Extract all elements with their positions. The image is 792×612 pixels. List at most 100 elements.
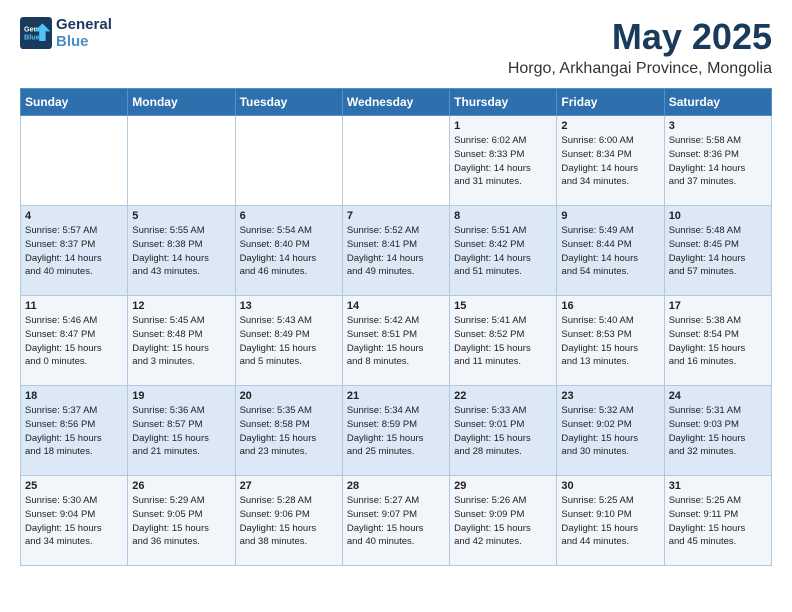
day-number: 18 — [25, 390, 123, 402]
calendar-cell: 3Sunrise: 5:58 AM Sunset: 8:36 PM Daylig… — [664, 116, 771, 206]
day-info: Sunrise: 5:36 AM Sunset: 8:57 PM Dayligh… — [132, 404, 230, 459]
day-number: 20 — [240, 390, 338, 402]
day-number: 12 — [132, 300, 230, 312]
header-saturday: Saturday — [664, 89, 771, 116]
day-info: Sunrise: 5:38 AM Sunset: 8:54 PM Dayligh… — [669, 314, 767, 369]
day-number: 17 — [669, 300, 767, 312]
calendar-cell: 4 Sunrise: 5:57 AM Sunset: 8:37 PM Daylig… — [21, 206, 128, 296]
calendar-cell: 12 Sunrise: 5:45 AM Sunset: 8:48 PM Dayli… — [128, 296, 235, 386]
day-number: 31 — [669, 480, 767, 492]
svg-text:Blue: Blue — [24, 32, 40, 41]
header-wednesday: Wednesday — [342, 89, 449, 116]
day-info: Sunrise: 6:00 AM Sunset: 8:34 PM Dayligh… — [561, 134, 659, 189]
calendar-cell: 19 Sunrise: 5:36 AM Sunset: 8:57 PM Dayli… — [128, 386, 235, 476]
calendar-table: SundayMondayTuesdayWednesdayThursdayFrid… — [20, 88, 772, 566]
day-info: Sunrise: 5:48 AM Sunset: 8:45 PM Dayligh… — [669, 224, 767, 279]
calendar-cell — [342, 116, 449, 206]
calendar-cell: 9 Sunrise: 5:49 AM Sunset: 8:44 PM Daylig… — [557, 206, 664, 296]
day-info: Sunrise: 5:33 AM Sunset: 9:01 PM Dayligh… — [454, 404, 552, 459]
calendar-cell: 21Sunrise: 5:34 AM Sunset: 8:59 PM Dayli… — [342, 386, 449, 476]
calendar-cell: 26Sunrise: 5:29 AM Sunset: 9:05 PM Dayli… — [128, 476, 235, 566]
day-number: 15 — [454, 300, 552, 312]
calendar-cell: 13 Sunrise: 5:43 AM Sunset: 8:49 PM Dayli… — [235, 296, 342, 386]
calendar-cell: 16 Sunrise: 5:40 AM Sunset: 8:53 PM Dayli… — [557, 296, 664, 386]
day-number: 19 — [132, 390, 230, 402]
day-number: 1 — [454, 120, 552, 132]
calendar-cell: 22 Sunrise: 5:33 AM Sunset: 9:01 PM Dayli… — [450, 386, 557, 476]
logo: Gen Blue General Blue — [20, 16, 112, 50]
day-number: 11 — [25, 300, 123, 312]
day-number: 6 — [240, 210, 338, 222]
day-info: Sunrise: 5:46 AM Sunset: 8:47 PM Dayligh… — [25, 314, 123, 369]
day-info: Sunrise: 5:27 AM Sunset: 9:07 PM Dayligh… — [347, 494, 445, 549]
calendar-week-4: 18 Sunrise: 5:37 AM Sunset: 8:56 PM Dayli… — [21, 386, 772, 476]
day-number: 21 — [347, 390, 445, 402]
day-info: Sunrise: 6:02 AM Sunset: 8:33 PM Dayligh… — [454, 134, 552, 189]
day-info: Sunrise: 5:28 AM Sunset: 9:06 PM Dayligh… — [240, 494, 338, 549]
day-number: 7 — [347, 210, 445, 222]
calendar-cell: 1 Sunrise: 6:02 AM Sunset: 8:33 PM Daylig… — [450, 116, 557, 206]
day-number: 30 — [561, 480, 659, 492]
day-info: Sunrise: 5:40 AM Sunset: 8:53 PM Dayligh… — [561, 314, 659, 369]
day-number: 16 — [561, 300, 659, 312]
logo-text: General Blue — [56, 16, 112, 50]
day-info: Sunrise: 5:31 AM Sunset: 9:03 PM Dayligh… — [669, 404, 767, 459]
calendar-week-5: 25 Sunrise: 5:30 AM Sunset: 9:04 PM Dayli… — [21, 476, 772, 566]
day-info: Sunrise: 5:43 AM Sunset: 8:49 PM Dayligh… — [240, 314, 338, 369]
day-info: Sunrise: 5:57 AM Sunset: 8:37 PM Dayligh… — [25, 224, 123, 279]
day-info: Sunrise: 5:49 AM Sunset: 8:44 PM Dayligh… — [561, 224, 659, 279]
location-title: Horgo, Arkhangai Province, Mongolia — [508, 60, 772, 78]
day-number: 23 — [561, 390, 659, 402]
day-number: 9 — [561, 210, 659, 222]
calendar-cell — [235, 116, 342, 206]
calendar-week-1: 1 Sunrise: 6:02 AM Sunset: 8:33 PM Daylig… — [21, 116, 772, 206]
day-number: 24 — [669, 390, 767, 402]
day-number: 27 — [240, 480, 338, 492]
general-blue-icon: Gen Blue — [20, 17, 52, 49]
day-number: 5 — [132, 210, 230, 222]
calendar-cell: 23Sunrise: 5:32 AM Sunset: 9:02 PM Dayli… — [557, 386, 664, 476]
title-block: May 2025 Horgo, Arkhangai Province, Mong… — [508, 16, 772, 88]
day-info: Sunrise: 5:45 AM Sunset: 8:48 PM Dayligh… — [132, 314, 230, 369]
calendar-week-3: 11 Sunrise: 5:46 AM Sunset: 8:47 PM Dayli… — [21, 296, 772, 386]
day-info: Sunrise: 5:37 AM Sunset: 8:56 PM Dayligh… — [25, 404, 123, 459]
day-info: Sunrise: 5:58 AM Sunset: 8:36 PM Dayligh… — [669, 134, 767, 189]
calendar-cell: 17 Sunrise: 5:38 AM Sunset: 8:54 PM Dayli… — [664, 296, 771, 386]
day-number: 25 — [25, 480, 123, 492]
day-number: 22 — [454, 390, 552, 402]
calendar-cell: 18 Sunrise: 5:37 AM Sunset: 8:56 PM Dayli… — [21, 386, 128, 476]
day-info: Sunrise: 5:51 AM Sunset: 8:42 PM Dayligh… — [454, 224, 552, 279]
header-sunday: Sunday — [21, 89, 128, 116]
day-number: 4 — [25, 210, 123, 222]
calendar-cell: 14Sunrise: 5:42 AM Sunset: 8:51 PM Dayli… — [342, 296, 449, 386]
day-number: 29 — [454, 480, 552, 492]
day-info: Sunrise: 5:25 AM Sunset: 9:10 PM Dayligh… — [561, 494, 659, 549]
day-number: 13 — [240, 300, 338, 312]
calendar-cell: 31Sunrise: 5:25 AM Sunset: 9:11 PM Dayli… — [664, 476, 771, 566]
calendar-cell: 11 Sunrise: 5:46 AM Sunset: 8:47 PM Dayli… — [21, 296, 128, 386]
calendar-cell: 15 Sunrise: 5:41 AM Sunset: 8:52 PM Dayli… — [450, 296, 557, 386]
day-info: Sunrise: 5:26 AM Sunset: 9:09 PM Dayligh… — [454, 494, 552, 549]
calendar-cell: 28 Sunrise: 5:27 AM Sunset: 9:07 PM Dayli… — [342, 476, 449, 566]
month-title: May 2025 — [508, 16, 772, 58]
day-info: Sunrise: 5:54 AM Sunset: 8:40 PM Dayligh… — [240, 224, 338, 279]
day-info: Sunrise: 5:52 AM Sunset: 8:41 PM Dayligh… — [347, 224, 445, 279]
calendar-week-2: 4 Sunrise: 5:57 AM Sunset: 8:37 PM Daylig… — [21, 206, 772, 296]
calendar-cell: 7 Sunrise: 5:52 AM Sunset: 8:41 PM Daylig… — [342, 206, 449, 296]
day-number: 2 — [561, 120, 659, 132]
calendar-cell: 24 Sunrise: 5:31 AM Sunset: 9:03 PM Dayli… — [664, 386, 771, 476]
day-info: Sunrise: 5:35 AM Sunset: 8:58 PM Dayligh… — [240, 404, 338, 459]
day-info: Sunrise: 5:29 AM Sunset: 9:05 PM Dayligh… — [132, 494, 230, 549]
day-number: 8 — [454, 210, 552, 222]
calendar-cell: 10Sunrise: 5:48 AM Sunset: 8:45 PM Dayli… — [664, 206, 771, 296]
day-info: Sunrise: 5:41 AM Sunset: 8:52 PM Dayligh… — [454, 314, 552, 369]
header-thursday: Thursday — [450, 89, 557, 116]
calendar-cell: 25 Sunrise: 5:30 AM Sunset: 9:04 PM Dayli… — [21, 476, 128, 566]
day-number: 28 — [347, 480, 445, 492]
header-friday: Friday — [557, 89, 664, 116]
calendar-cell — [128, 116, 235, 206]
calendar-header-row: SundayMondayTuesdayWednesdayThursdayFrid… — [21, 89, 772, 116]
calendar-cell: 29 Sunrise: 5:26 AM Sunset: 9:09 PM Dayli… — [450, 476, 557, 566]
header-monday: Monday — [128, 89, 235, 116]
day-info: Sunrise: 5:30 AM Sunset: 9:04 PM Dayligh… — [25, 494, 123, 549]
